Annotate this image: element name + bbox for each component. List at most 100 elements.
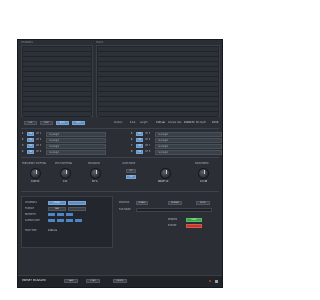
channel-slot-value: no plugin (49, 139, 60, 142)
channel-number: 2 (22, 138, 24, 141)
list-row[interactable] (98, 112, 218, 117)
control-label-format: FORMAT (25, 207, 35, 210)
channel-slot[interactable]: no plugin (155, 138, 222, 143)
knob-label-frequency: FREQUENCY SHIFTING (22, 162, 47, 165)
file-name-label: FILE NAME (119, 208, 131, 211)
settings-icon[interactable] (215, 280, 218, 283)
loop-off-button[interactable]: OFF (126, 169, 136, 173)
format-option-button[interactable] (68, 207, 86, 211)
normal-button[interactable]: NORMAL (168, 201, 182, 205)
frequency-shift-knob[interactable] (30, 168, 41, 179)
bitdepth-16-chip[interactable] (48, 213, 55, 216)
channel-on-button[interactable]: ON (136, 132, 143, 136)
knob-value-mix: 50 % (92, 180, 98, 183)
channel-on-button[interactable]: ON (27, 132, 34, 136)
channel-name: CH 8 (145, 150, 151, 153)
channel-slot[interactable]: no plugin (46, 132, 106, 137)
format-wav-button[interactable]: WAV (48, 207, 66, 211)
fade-time-value: 0.00 ms (48, 229, 57, 232)
start-render-button[interactable]: START (186, 218, 202, 222)
readout-samplerate-value: 44100 Hz (184, 121, 195, 124)
control-label-bitdepth: BITDEPTH (25, 213, 36, 216)
knob-value-drive: DRIVE 1X (158, 180, 169, 183)
channel-slot-value: no plugin (158, 133, 169, 136)
right-panel-title: TRACK (96, 41, 104, 44)
control-label-fadetime: FADE TIME (25, 229, 37, 232)
channel-name: CH 1 (36, 132, 42, 135)
channel-on-button[interactable]: ON (136, 138, 143, 142)
channel-number: 7 (131, 144, 133, 147)
tab-step[interactable]: STEP (40, 121, 53, 125)
plugin-window: CHANNELS TRACK LIVE STEP AUTO EDIT Posit… (17, 39, 223, 288)
channel-on-button[interactable]: ON (27, 144, 34, 148)
channel-slot-value: no plugin (49, 151, 60, 154)
control-label-channels: CHANNELS (25, 201, 37, 204)
channel-name: CH 5 (145, 132, 151, 135)
channel-slot-value: no plugin (158, 139, 169, 142)
bitdepth-24-chip[interactable] (57, 213, 64, 216)
preset-load-button[interactable]: LOAD (86, 279, 100, 283)
samplerate-44-chip[interactable] (48, 219, 55, 222)
channel-slot[interactable]: no plugin (155, 132, 222, 137)
track-list-panel[interactable] (96, 45, 220, 117)
channel-slot[interactable]: no plugin (46, 138, 106, 143)
fade-speed-knob[interactable] (198, 168, 209, 179)
left-panel-title: CHANNELS (21, 41, 33, 44)
knob-label-fade: FADE/SPEED (195, 162, 209, 165)
tab-auto[interactable]: AUTO (56, 121, 69, 125)
drive-knob[interactable] (160, 168, 171, 179)
readout-position-value: 1.1.1 (130, 121, 136, 124)
channel-list-panel[interactable] (21, 45, 93, 117)
channel-name: CH 4 (36, 150, 42, 153)
channel-on-button[interactable]: ON (136, 150, 143, 154)
preset-manager-title: PRESET MANAGER (22, 279, 46, 282)
mix-knob[interactable] (90, 168, 101, 179)
loop-mode-label: LOOP MODE (122, 162, 136, 165)
knob-value-pitch: 0 st (63, 180, 68, 183)
bypass-button[interactable]: BYPASS (136, 201, 148, 205)
knob-value-frequency: 0.00 Hz (31, 180, 40, 183)
knob-label-pitch: PITCH SHIFTING (55, 162, 73, 165)
tab-live[interactable]: LIVE (24, 121, 37, 125)
channel-number: 6 (131, 138, 133, 141)
render-label: RENDER (168, 218, 178, 221)
channel-slot-value: no plugin (158, 145, 169, 148)
readout-length-value: 0.00 sec (156, 121, 166, 124)
channel-name: CH 7 (145, 144, 151, 147)
readout-position-label: Position (114, 121, 123, 124)
mono-button[interactable]: MONO (196, 201, 210, 205)
samplerate-96-chip[interactable] (75, 219, 82, 222)
list-row[interactable] (23, 112, 91, 117)
preset-save-button[interactable]: SAVE (64, 279, 78, 283)
channel-slot-value: no plugin (158, 151, 169, 154)
channel-slot[interactable]: no plugin (155, 150, 222, 155)
channel-slot[interactable]: no plugin (46, 150, 106, 155)
channel-number: 5 (131, 132, 133, 135)
channel-slot[interactable]: no plugin (46, 144, 106, 149)
divider (21, 157, 219, 158)
divider (21, 128, 219, 129)
loop-on-button[interactable]: ON (126, 175, 136, 179)
divider (21, 191, 219, 192)
channel-on-button[interactable]: ON (27, 150, 34, 154)
readout-samplerate-label: Sample rate (168, 121, 182, 124)
channel-slot-value: no plugin (49, 133, 60, 136)
samplerate-48-chip[interactable] (57, 219, 64, 222)
samplerate-88-chip[interactable] (66, 219, 73, 222)
tab-edit[interactable]: EDIT (72, 121, 85, 125)
channel-on-button[interactable]: ON (136, 144, 143, 148)
preset-delete-button[interactable]: DELETE (113, 279, 127, 283)
export-label: EXPORT (168, 224, 177, 227)
channel-slot[interactable]: no plugin (155, 144, 222, 149)
channels-option-button[interactable] (68, 201, 86, 205)
channels-stereo-button[interactable]: STEREO (48, 201, 66, 205)
channel-number: 3 (22, 144, 24, 147)
channel-on-button[interactable]: ON (27, 138, 34, 142)
file-name-input[interactable] (136, 208, 212, 212)
channel-number: 8 (131, 150, 133, 153)
process-label: PROCESS (119, 201, 130, 204)
bitdepth-32-chip[interactable] (66, 213, 73, 216)
control-label-samplerate: SAMPLE RATE (25, 219, 40, 222)
export-button[interactable] (186, 224, 202, 228)
pitch-shift-knob[interactable] (60, 168, 71, 179)
